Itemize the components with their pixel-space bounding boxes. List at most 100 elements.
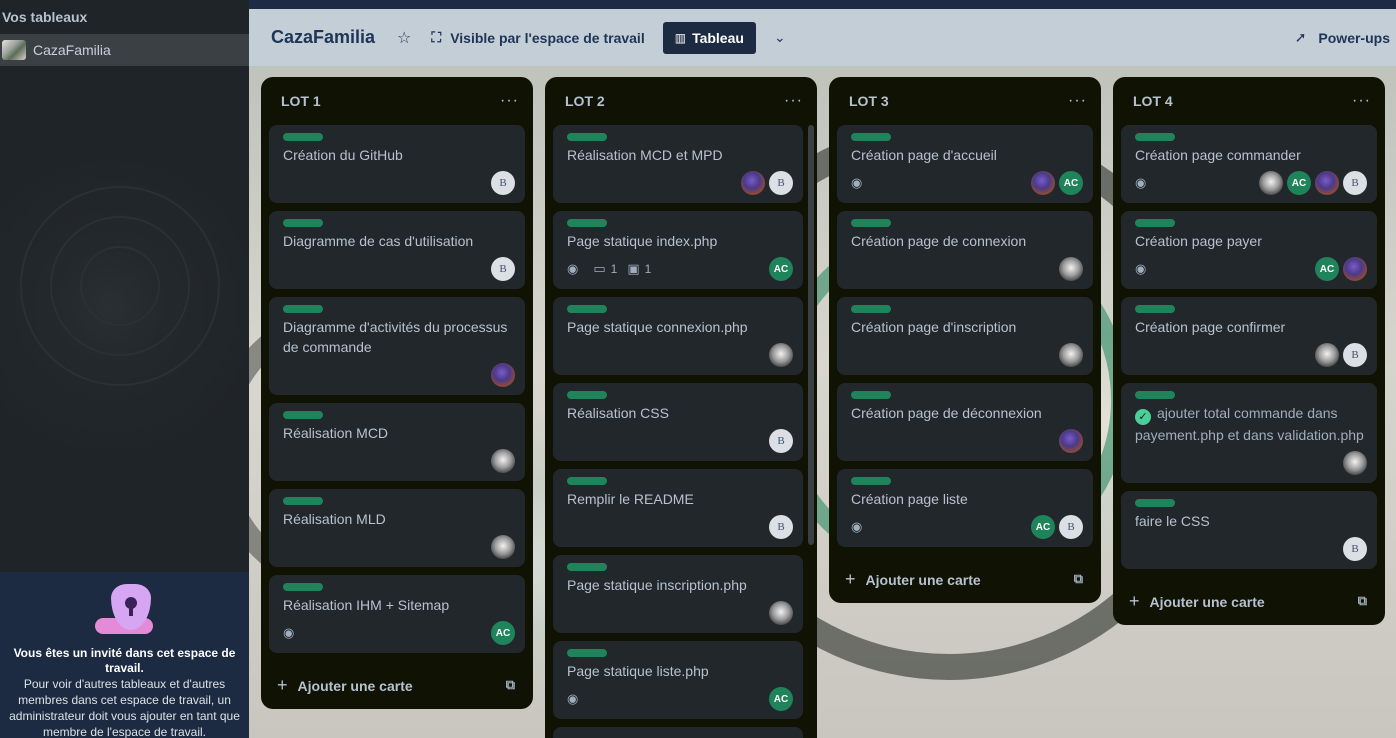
add-card-button[interactable]: + Ajouter une carte [1129, 591, 1265, 612]
checkmark-complete-icon[interactable]: ✓ [1135, 409, 1151, 425]
avatar-photo[interactable] [491, 363, 515, 387]
avatar-horse[interactable] [769, 601, 793, 625]
avatar-ac[interactable]: AC [1031, 515, 1055, 539]
card-label-green[interactable] [283, 411, 323, 419]
card[interactable]: Création page d'accueil ◉ AC [837, 125, 1093, 203]
more-options-icon[interactable]: ··· [500, 92, 519, 110]
avatar-b[interactable]: B [1343, 171, 1367, 195]
card-label-green[interactable] [851, 133, 891, 141]
avatar-b[interactable]: B [1343, 537, 1367, 561]
card[interactable]: Page statique liste.php ◉ AC [553, 641, 803, 719]
card-label-green[interactable] [567, 219, 607, 227]
avatar-ac[interactable]: AC [1059, 171, 1083, 195]
card-partial[interactable] [553, 727, 803, 738]
visibility-button[interactable]: ⛶ Visible par l'espace de travail [431, 29, 644, 46]
card-label-green[interactable] [1135, 391, 1175, 399]
avatar-horse[interactable] [1059, 343, 1083, 367]
card[interactable]: Création page commander ◉ AC B [1121, 125, 1377, 203]
card[interactable]: Création page de connexion [837, 211, 1093, 289]
card[interactable]: ✓ ajouter total commande dans payement.ph… [1121, 383, 1377, 483]
card[interactable]: Création page confirmer B [1121, 297, 1377, 375]
chevron-down-icon[interactable]: ⌄ [774, 29, 786, 46]
card-template-icon[interactable]: ⧉ [1074, 571, 1083, 587]
card[interactable]: Réalisation IHM + Sitemap ◉ AC [269, 575, 525, 653]
card-label-green[interactable] [851, 391, 891, 399]
avatar-photo[interactable] [741, 171, 765, 195]
avatar-horse[interactable] [491, 449, 515, 473]
avatar-horse[interactable] [1059, 257, 1083, 281]
more-options-icon[interactable]: ··· [1352, 92, 1371, 110]
avatar-horse[interactable] [1343, 451, 1367, 475]
card[interactable]: Création page liste ◉ AC B [837, 469, 1093, 547]
card[interactable]: Création page de déconnexion [837, 383, 1093, 461]
add-card-button[interactable]: + Ajouter une carte [277, 675, 413, 696]
card[interactable]: Diagramme d'activités du processus de co… [269, 297, 525, 395]
card[interactable]: Page statique inscription.php [553, 555, 803, 633]
list-scrollbar[interactable] [808, 125, 814, 545]
card[interactable]: Diagramme de cas d'utilisation B [269, 211, 525, 289]
avatar-b[interactable]: B [491, 171, 515, 195]
avatar-horse[interactable] [1315, 343, 1339, 367]
avatar-photo[interactable] [1059, 429, 1083, 453]
card-label-green[interactable] [283, 497, 323, 505]
card-label-green[interactable] [1135, 305, 1175, 313]
card-label-green[interactable] [283, 133, 323, 141]
avatar-b[interactable]: B [769, 171, 793, 195]
card-template-icon[interactable]: ⧉ [1358, 593, 1367, 609]
board-view-button[interactable]: ▥ Tableau [662, 21, 756, 54]
list-title[interactable]: LOT 2 [565, 93, 605, 109]
card[interactable]: Création page payer ◉ AC [1121, 211, 1377, 289]
card[interactable]: Réalisation MLD [269, 489, 525, 567]
card[interactable]: Remplir le README B [553, 469, 803, 547]
powerups-button[interactable]: ➚ Power-ups [1295, 9, 1390, 66]
card-label-green[interactable] [567, 649, 607, 657]
sidebar-board-item[interactable]: CazaFamilia [0, 34, 249, 66]
add-card-button[interactable]: + Ajouter une carte [845, 569, 981, 590]
card-label-green[interactable] [567, 563, 607, 571]
avatar-b[interactable]: B [1059, 515, 1083, 539]
card[interactable]: Page statique connexion.php [553, 297, 803, 375]
avatar-photo[interactable] [1343, 257, 1367, 281]
avatar-photo[interactable] [1315, 171, 1339, 195]
list-title[interactable]: LOT 1 [281, 93, 321, 109]
avatar-b[interactable]: B [769, 515, 793, 539]
avatar-b[interactable]: B [491, 257, 515, 281]
more-options-icon[interactable]: ··· [1068, 92, 1087, 110]
card-label-green[interactable] [1135, 219, 1175, 227]
avatar-horse[interactable] [769, 343, 793, 367]
card-label-green[interactable] [851, 219, 891, 227]
card-label-green[interactable] [1135, 499, 1175, 507]
star-icon[interactable]: ☆ [397, 28, 411, 48]
card-label-green[interactable] [283, 219, 323, 227]
avatar-horse[interactable] [1259, 171, 1283, 195]
list-title[interactable]: LOT 4 [1133, 93, 1173, 109]
card-label-green[interactable] [851, 305, 891, 313]
card-label-green[interactable] [851, 477, 891, 485]
card[interactable]: Création page d'inscription [837, 297, 1093, 375]
avatar-horse[interactable] [491, 535, 515, 559]
card[interactable]: Page statique index.php ◉ ▭ 1 ▣ 1 AC [553, 211, 803, 289]
avatar-b[interactable]: B [1343, 343, 1367, 367]
card-label-green[interactable] [567, 391, 607, 399]
card[interactable]: Réalisation MCD et MPD B [553, 125, 803, 203]
more-options-icon[interactable]: ··· [784, 92, 803, 110]
card[interactable]: Création du GitHub B [269, 125, 525, 203]
card-template-icon[interactable]: ⧉ [506, 677, 515, 693]
card[interactable]: faire le CSS B [1121, 491, 1377, 569]
card-label-green[interactable] [567, 305, 607, 313]
avatar-ac[interactable]: AC [769, 687, 793, 711]
avatar-ac[interactable]: AC [1315, 257, 1339, 281]
card-label-green[interactable] [1135, 133, 1175, 141]
list-title[interactable]: LOT 3 [849, 93, 889, 109]
avatar-ac[interactable]: AC [769, 257, 793, 281]
card[interactable]: Réalisation CSS B [553, 383, 803, 461]
board-title[interactable]: CazaFamilia [271, 27, 375, 48]
card-label-green[interactable] [283, 583, 323, 591]
avatar-photo[interactable] [1031, 171, 1055, 195]
card[interactable]: Réalisation MCD [269, 403, 525, 481]
avatar-ac[interactable]: AC [491, 621, 515, 645]
card-label-green[interactable] [567, 477, 607, 485]
avatar-ac[interactable]: AC [1287, 171, 1311, 195]
card-label-green[interactable] [283, 305, 323, 313]
avatar-b[interactable]: B [769, 429, 793, 453]
